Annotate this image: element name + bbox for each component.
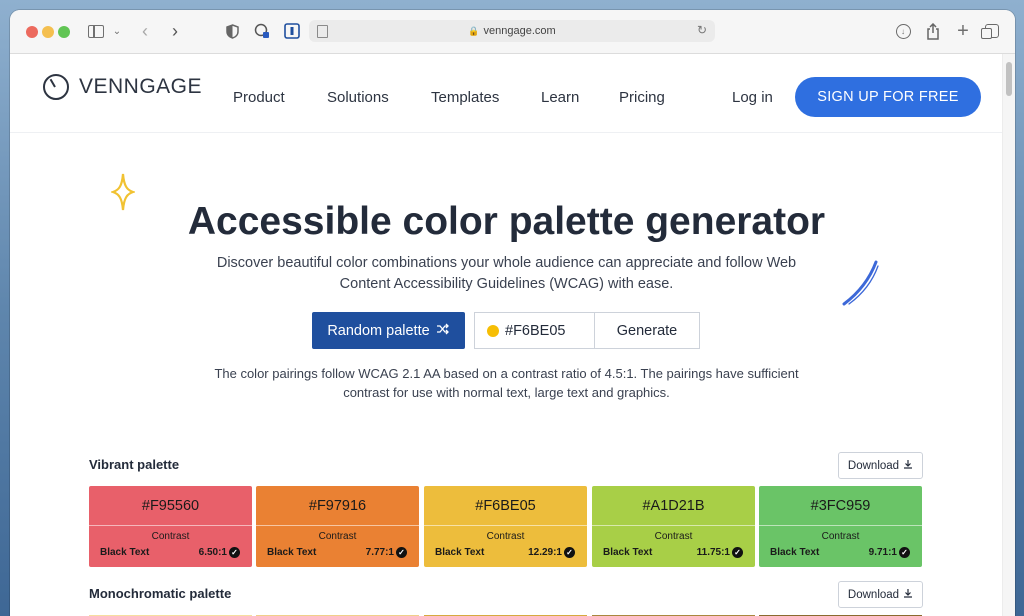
swatch-text-label: Black Text [770,547,820,558]
wcag-note: The color pairings follow WCAG 2.1 AA ba… [214,366,799,400]
page-subtitle: Discover beautiful color combinations yo… [216,255,797,292]
logo-text: VENNGAGE [79,75,203,98]
address-bar[interactable]: 🔒 venngage.com ↻ [309,20,715,42]
check-icon: ✓ [229,547,240,558]
swatch-ratio: 12.29:1 ✓ [528,547,575,558]
contrast-ratio: 6.50:1 [198,547,227,558]
nav-learn[interactable]: Learn [541,89,579,106]
extension-icon[interactable] [253,20,271,42]
reader-icon[interactable] [283,20,301,42]
random-palette-button[interactable]: Random palette [312,312,465,349]
login-link[interactable]: Log in [732,89,773,106]
browser-toolbar: ⌄ ‹ › 🔒 venngage.com ↻ ↓ + [10,10,1015,54]
swatch-hex[interactable]: #F97916 [256,498,419,514]
check-icon: ✓ [396,547,407,558]
back-icon[interactable]: ‹ [138,20,152,42]
swatch-contrast-label: Contrast [654,531,693,542]
share-icon[interactable] [924,20,942,42]
reload-icon[interactable]: ↻ [697,23,707,37]
swatch-hex[interactable]: #F95560 [89,498,252,514]
color-swatch[interactable]: #3FC959 Contrast Black Text 9.71:1 ✓ [759,486,922,567]
contrast-ratio: 12.29:1 [528,547,562,558]
nav-product[interactable]: Product [233,89,285,106]
swatch-contrast-label: Contrast [486,531,525,542]
swatch-text-label: Black Text [100,547,150,558]
chevron-down-icon[interactable]: ⌄ [111,20,123,42]
vibrant-palette-title: Vibrant palette [89,457,180,472]
swatch-contrast-label: Contrast [151,531,190,542]
decorative-swoosh [840,260,882,313]
signup-button[interactable]: SIGN UP FOR FREE [795,77,981,117]
vibrant-download-button[interactable]: Download [838,452,923,479]
lock-icon: 🔒 [468,25,480,36]
download-icon [903,588,913,601]
contrast-ratio: 9.71:1 [868,547,897,558]
color-swatch[interactable]: #F97916 Contrast Black Text 7.77:1 ✓ [256,486,419,567]
page-scrollbar[interactable] [1002,54,1015,616]
check-icon: ✓ [564,547,575,558]
swatch-contrast-label: Contrast [318,531,357,542]
contrast-ratio: 11.75:1 [696,547,730,558]
swatch-hex[interactable]: #F6BE05 [424,498,587,514]
swatch-divider [759,525,922,526]
minimize-window-button[interactable] [42,26,54,38]
hex-color-input[interactable]: #F6BE05 [474,312,595,349]
page-title: Accessible color palette generator [187,200,826,243]
swatch-divider [89,525,252,526]
swatch-ratio: 7.77:1 ✓ [366,547,407,558]
site-header: VENNGAGE Product Solutions Templates Lea… [10,54,1003,133]
url-text: venngage.com [483,25,556,37]
swatch-text-label: Black Text [435,547,485,558]
web-page: VENNGAGE Product Solutions Templates Lea… [10,54,1003,616]
browser-window: ⌄ ‹ › 🔒 venngage.com ↻ ↓ + VENNGAGE Prod… [10,10,1015,616]
shuffle-icon [436,323,450,339]
random-palette-label: Random palette [327,322,430,339]
sidebar-icon[interactable] [87,20,105,42]
swatch-text-label: Black Text [603,547,653,558]
tabs-icon[interactable] [981,20,1001,42]
swatch-ratio: 9.71:1 ✓ [869,547,910,558]
download-icon [903,459,913,472]
swatch-ratio: 6.50:1 ✓ [199,547,240,558]
nav-pricing[interactable]: Pricing [619,89,665,106]
download-label: Download [847,588,900,601]
venngage-logo[interactable]: VENNGAGE [43,74,202,100]
monochromatic-download-button[interactable]: Download [838,581,923,608]
nav-solutions[interactable]: Solutions [327,89,389,106]
scrollbar-thumb[interactable] [1006,62,1012,96]
nav-templates[interactable]: Templates [431,89,499,106]
swatch-hex[interactable]: #A1D21B [592,498,755,514]
zoom-window-button[interactable] [58,26,70,38]
forward-icon[interactable]: › [168,20,182,42]
download-icon[interactable]: ↓ [894,20,912,42]
check-icon: ✓ [899,547,910,558]
check-icon: ✓ [732,547,743,558]
page-icon [317,25,328,38]
color-swatch[interactable]: #F95560 Contrast Black Text 6.50:1 ✓ [89,486,252,567]
shield-icon[interactable] [224,20,240,42]
color-swatch[interactable]: #A1D21B Contrast Black Text 11.75:1 ✓ [592,486,755,567]
swatch-text-label: Black Text [267,547,317,558]
contrast-ratio: 7.77:1 [365,547,394,558]
swatch-hex[interactable]: #3FC959 [759,498,922,514]
swatch-divider [424,525,587,526]
hex-value: #F6BE05 [505,322,566,339]
swatch-contrast-label: Contrast [821,531,860,542]
color-swatch[interactable]: #F6BE05 Contrast Black Text 12.29:1 ✓ [424,486,587,567]
logo-icon [43,74,69,100]
monochromatic-palette-title: Monochromatic palette [89,586,232,601]
download-label: Download [847,459,900,472]
color-dot-icon [487,324,499,337]
generate-button[interactable]: Generate [594,312,700,349]
swatch-ratio: 11.75:1 ✓ [697,547,743,558]
new-tab-icon[interactable]: + [954,20,972,42]
swatch-divider [256,525,419,526]
swatch-divider [592,525,755,526]
close-window-button[interactable] [26,26,38,38]
